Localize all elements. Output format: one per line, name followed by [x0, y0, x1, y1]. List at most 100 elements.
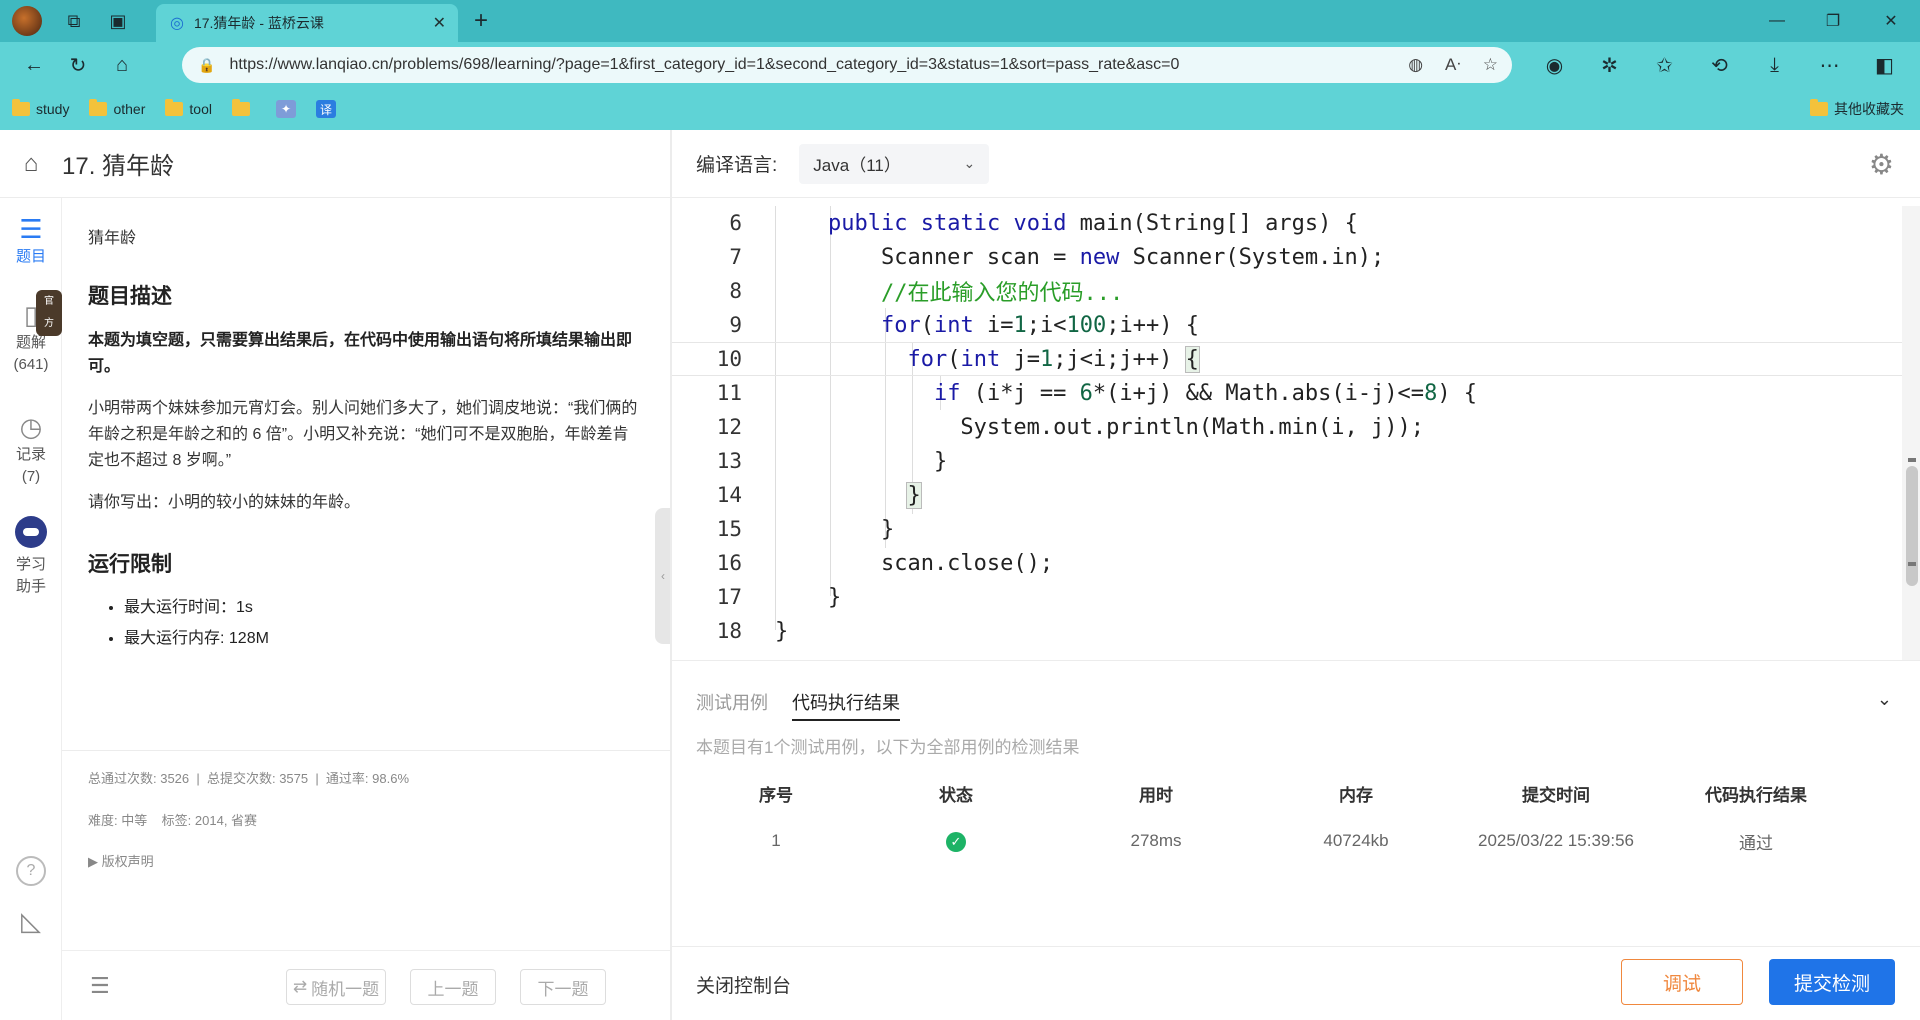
- code-line[interactable]: 18}: [672, 614, 1902, 648]
- bookmark-translate-icon[interactable]: 译: [315, 100, 336, 118]
- copyright-toggle[interactable]: ▶ 版权声明: [88, 851, 154, 870]
- description-paragraph: 小明带两个妹妹参加元宵灯会。别人问她们多大了，她们调皮地说：“我们俩的年龄之积是…: [88, 400, 638, 469]
- problem-sidebar: ☰ 题目 官方 ▯ 题解 (641) ◷ 记录 (7) 学习 助手 ? ◺: [0, 198, 62, 1020]
- code-line[interactable]: 6 public static void main(String[] args)…: [672, 206, 1902, 240]
- sidebar-toggle-icon[interactable]: ◧: [1857, 43, 1912, 87]
- problem-description: 猜年龄 题目描述 本题为填空题，只需要算出结果后，在代码中使用输出语句将所填结果…: [62, 198, 670, 950]
- refresh-button[interactable]: ↻: [56, 43, 100, 87]
- list-icon: ☰: [19, 214, 43, 244]
- lock-icon[interactable]: 🔒: [198, 57, 215, 74]
- code-line[interactable]: 12 System.out.println(Math.min(i, j));: [672, 410, 1902, 444]
- minimize-button[interactable]: —: [1752, 0, 1802, 42]
- bookmark-folder-study[interactable]: study: [12, 99, 69, 117]
- editor-scrollbar[interactable]: [1902, 206, 1920, 660]
- robot-icon: [15, 516, 47, 548]
- sidebar-item-records[interactable]: ◷ 记录 (7): [0, 414, 62, 488]
- history-icon[interactable]: ⟲: [1692, 43, 1747, 87]
- sidebar-item-solutions[interactable]: 官方 ▯ 题解 (641): [0, 290, 62, 376]
- other-bookmarks[interactable]: 其他收藏夹: [1810, 99, 1904, 119]
- column-header: 状态: [939, 785, 973, 805]
- collapse-panel-handle[interactable]: ‹: [655, 508, 671, 644]
- limit-memory: 最大运行内存: 128M: [124, 623, 644, 654]
- gear-icon[interactable]: ⚙: [1869, 148, 1894, 181]
- bookmark-folder-other[interactable]: other: [89, 99, 145, 117]
- section-heading-limits: 运行限制: [88, 553, 172, 576]
- code-line[interactable]: 11 if (i*j == 6*(i+j) && Math.abs(i-j)<=…: [672, 376, 1902, 410]
- status-cell: ✓: [856, 831, 1056, 852]
- bookmark-folder-tool[interactable]: tool: [165, 99, 212, 117]
- browser-tab-active[interactable]: ◎ 17.猜年龄 - 蓝桥云课 ✕: [156, 4, 458, 42]
- folder-icon: [89, 99, 108, 116]
- prev-problem-button[interactable]: 上一题: [410, 969, 496, 1005]
- favorites-icon[interactable]: ✩: [1637, 43, 1692, 87]
- code-line[interactable]: 17 }: [672, 580, 1902, 614]
- close-window-button[interactable]: ✕: [1866, 0, 1916, 42]
- column-header: 序号: [759, 785, 793, 805]
- row-time: 278ms: [1130, 831, 1182, 850]
- limits-list: 最大运行时间：1s 最大运行内存: 128M: [88, 592, 644, 654]
- submission-stats: 总通过次数: 3526 | 总提交次数: 3575 | 通过率: 98.6%: [88, 771, 410, 786]
- bookmark-site-icon[interactable]: ✦: [275, 100, 296, 118]
- new-tab-button[interactable]: +: [466, 6, 496, 36]
- folder-icon: [1810, 99, 1828, 116]
- sidebar-item-assistant[interactable]: 学习 助手: [0, 516, 62, 598]
- copilot-icon[interactable]: ◉: [1527, 43, 1582, 87]
- code-line[interactable]: 13 }: [672, 444, 1902, 478]
- next-problem-button[interactable]: 下一题: [520, 969, 606, 1005]
- address-bar[interactable]: 🔒 https://www.lanqiao.cn/problems/698/le…: [182, 47, 1512, 83]
- home-button[interactable]: ⌂: [100, 43, 144, 87]
- row-index: 1: [771, 831, 781, 850]
- site-favicon-icon: ◎: [170, 15, 184, 32]
- table-row[interactable]: 1 ✓ 278ms 40724kb 2025/03/22 15:39:56 通过: [696, 817, 1896, 865]
- extensions-icon[interactable]: ✲: [1582, 43, 1637, 87]
- sidebar-item-stats[interactable]: ◺: [0, 908, 62, 938]
- help-icon[interactable]: ?: [16, 856, 46, 886]
- check-circle-icon: ✓: [946, 831, 966, 852]
- back-button[interactable]: ←: [12, 43, 56, 87]
- edge-feature-icon[interactable]: ◍: [1408, 55, 1423, 75]
- code-line[interactable]: 15 }: [672, 512, 1902, 546]
- tab-testcase[interactable]: 测试用例: [696, 689, 768, 715]
- submit-button[interactable]: 提交检测: [1769, 959, 1895, 1005]
- tab-result[interactable]: 代码执行结果: [792, 689, 900, 721]
- testcase-note: 本题目有1个测试用例，以下为全部用例的检测结果: [696, 738, 1080, 757]
- restore-button[interactable]: ❐: [1808, 0, 1858, 42]
- code-line-current[interactable]: 10 for(int j=1;j<i;j++) {: [672, 342, 1902, 376]
- description-note: 本题为填空题，只需要算出结果后，在代码中使用输出语句将所填结果输出即可。: [88, 332, 633, 375]
- code-editor[interactable]: 6 public static void main(String[] args)…: [672, 206, 1920, 660]
- code-line[interactable]: 14 }: [672, 478, 1902, 512]
- code-line[interactable]: 9 for(int i=1;i<100;i++) {: [672, 308, 1902, 342]
- row-submitted-time: 2025/03/22 15:39:56: [1478, 831, 1634, 850]
- result-table: 序号 状态 用时 内存 提交时间 代码执行结果 1 ✓ 278ms 40724k…: [696, 769, 1896, 865]
- browser-nav-bar: ← ↻ ⌂ 🔒 https://www.lanqiao.cn/problems/…: [0, 42, 1920, 88]
- code-line[interactable]: 16 scan.close();: [672, 546, 1902, 580]
- close-console-button[interactable]: 关闭控制台: [696, 971, 791, 998]
- random-problem-button[interactable]: ⇄ 随机一题: [286, 969, 386, 1005]
- column-header: 代码执行结果: [1705, 785, 1807, 805]
- folder-icon: [165, 99, 184, 116]
- debug-button[interactable]: 调试: [1621, 959, 1743, 1005]
- code-line[interactable]: 7 Scanner scan = new Scanner(System.in);: [672, 240, 1902, 274]
- language-select[interactable]: Java（11） ⌄: [799, 143, 990, 184]
- favorite-star-icon[interactable]: ☆: [1483, 55, 1498, 75]
- sidebar-item-problem[interactable]: ☰ 题目: [0, 214, 62, 268]
- chevron-down-icon[interactable]: ⌄: [1877, 689, 1892, 710]
- profile-avatar[interactable]: [12, 6, 42, 36]
- url-text: https://www.lanqiao.cn/problems/698/lear…: [229, 56, 1180, 73]
- downloads-icon[interactable]: ⤓: [1747, 43, 1802, 87]
- workspaces-icon[interactable]: ⧉: [52, 0, 96, 42]
- column-header: 用时: [1139, 785, 1173, 805]
- code-line[interactable]: 8 //在此输入您的代码...: [672, 274, 1902, 308]
- more-icon[interactable]: ⋯: [1802, 43, 1857, 87]
- row-result: 通过: [1739, 833, 1773, 853]
- read-aloud-icon[interactable]: Aᐧ: [1445, 55, 1461, 75]
- page-content: ⌂ 17. 猜年龄 ☰ 题目 官方 ▯ 题解 (641) ◷ 记录 (7) 学习…: [0, 130, 1920, 1020]
- tab-close-icon[interactable]: ✕: [433, 13, 446, 33]
- difficulty-tags: 难度: 中等 标签: 2014, 省赛: [88, 813, 258, 828]
- problem-list-icon[interactable]: ☰: [90, 973, 110, 999]
- bookmark-folder-unnamed[interactable]: [231, 99, 256, 116]
- home-icon[interactable]: ⌂: [0, 150, 62, 178]
- editor-scroll-thumb[interactable]: [1906, 466, 1918, 586]
- vertical-tabs-icon[interactable]: ▣: [96, 0, 140, 42]
- table-header-row: 序号 状态 用时 内存 提交时间 代码执行结果: [696, 769, 1896, 817]
